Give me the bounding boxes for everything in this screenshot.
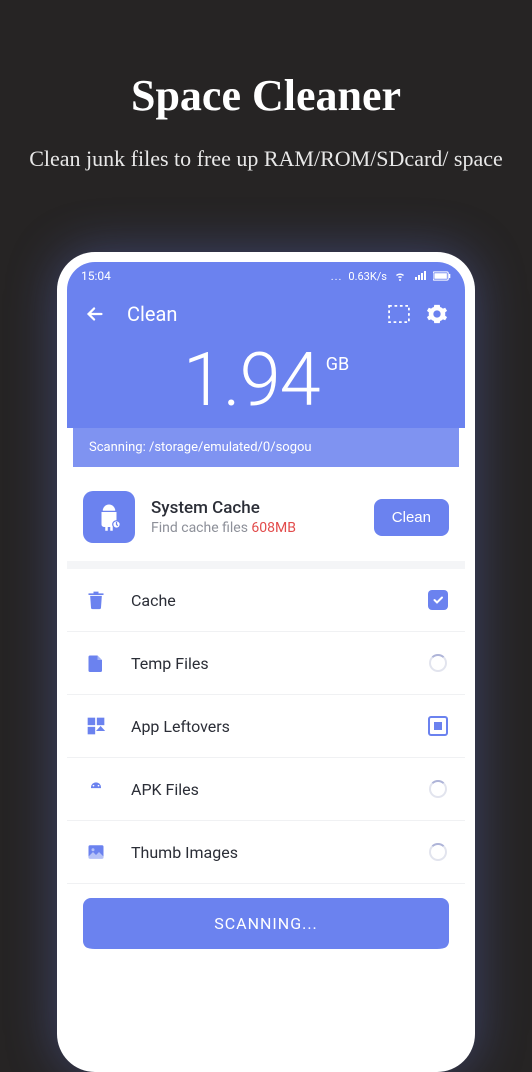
select-icon [388,305,410,323]
status-speed: 0.63K/s [348,270,387,283]
list-label: Temp Files [131,654,427,673]
status-time: 15:04 [81,269,111,283]
list-label: Thumb Images [131,843,427,862]
battery-icon [433,271,451,281]
list-item-leftovers[interactable]: App Leftovers [67,695,465,758]
wifi-icon [393,270,407,282]
list-label: Cache [131,591,427,610]
list-label: APK Files [131,780,427,799]
content: System Cache Find cache files 608MB Clea… [67,473,465,949]
phone-frame: 15:04 ... 0.63K/s Clean [57,252,475,1072]
spinner-apk [427,778,449,800]
list-item-thumb[interactable]: Thumb Images [67,821,465,884]
app-title: Clean [127,302,373,326]
card-title: System Cache [151,498,374,518]
card-sub-value: 608MB [251,520,296,536]
gear-icon [426,303,448,325]
hero-title-text: Space Cleaner [131,71,401,120]
app-header: Clean [67,290,465,338]
list-item-temp[interactable]: Temp Files [67,632,465,695]
status-bar: 15:04 ... 0.63K/s [67,262,465,290]
size-panel: 1.94 GB [67,338,465,428]
card-sub-prefix: Find cache files [151,520,251,536]
system-cache-card: System Cache Find cache files 608MB Clea… [67,473,465,569]
back-button[interactable] [83,302,107,326]
scan-path-bar: Scanning: /storage/emulated/0/sogou [73,428,459,467]
spinner-icon [429,780,447,798]
size-unit: GB [326,354,349,375]
image-icon [83,839,109,865]
clean-button[interactable]: Clean [374,499,449,536]
trash-icon [83,587,109,613]
checkbox-leftovers[interactable] [427,715,449,737]
select-button[interactable] [387,302,411,326]
arrow-left-icon [84,303,106,325]
list-item-apk[interactable]: APK Files [67,758,465,821]
apps-icon [83,713,109,739]
scanning-button[interactable]: SCANNING... [83,898,449,949]
hero: Space Cleaner Clean junk files to free u… [0,0,532,175]
hero-subtitle: Clean junk files to free up RAM/ROM/SDca… [0,143,532,175]
status-icons: ... 0.63K/s [331,270,451,283]
checkbox-checked-icon [428,590,448,610]
size-value: 1.94 [183,344,320,418]
spinner-icon [429,843,447,861]
list-item-cache[interactable]: Cache [67,569,465,632]
android-small-icon [83,776,109,802]
card-subtitle: Find cache files 608MB [151,520,374,536]
list-label: App Leftovers [131,717,427,736]
signal-icon [413,270,427,282]
file-icon [83,650,109,676]
spinner-icon [429,654,447,672]
spinner-thumb [427,841,449,863]
checkbox-partial-icon [428,716,448,736]
android-icon [83,491,135,543]
settings-button[interactable] [425,302,449,326]
hero-title: Space Cleaner [131,70,401,121]
checkbox-cache[interactable] [427,589,449,611]
spinner-temp [427,652,449,674]
